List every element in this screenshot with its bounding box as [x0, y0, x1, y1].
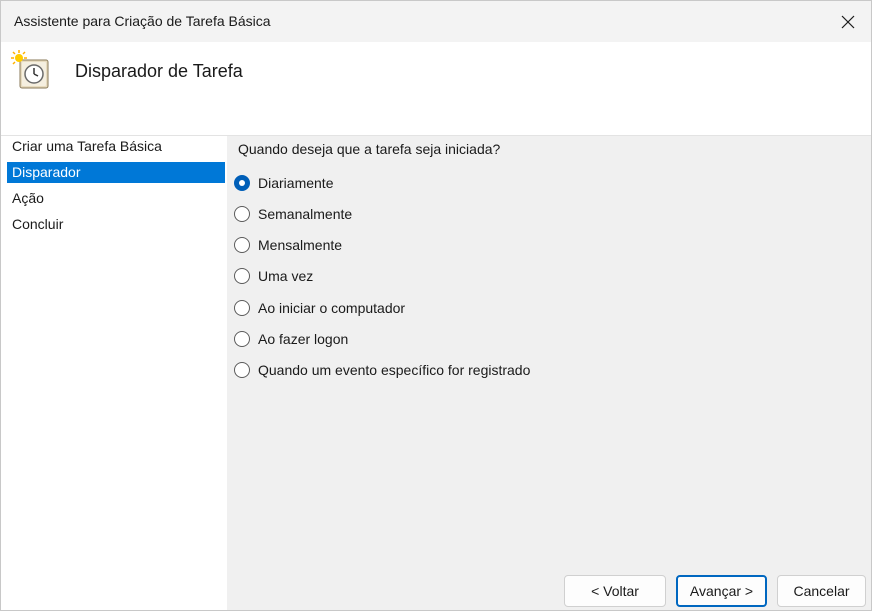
radio-button[interactable]: [234, 362, 250, 378]
title-bar: Assistente para Criação de Tarefa Básica: [1, 1, 871, 42]
option-ao-iniciar-computador[interactable]: Ao iniciar o computador: [234, 297, 405, 319]
option-uma-vez[interactable]: Uma vez: [234, 265, 313, 287]
radio-button[interactable]: [234, 331, 250, 347]
close-icon: [841, 15, 855, 28]
sidebar-item-disparador[interactable]: Disparador: [7, 162, 225, 183]
option-label: Diariamente: [258, 175, 334, 191]
close-button[interactable]: [825, 1, 871, 42]
radio-button[interactable]: [234, 268, 250, 284]
radio-button[interactable]: [234, 300, 250, 316]
radio-button[interactable]: [234, 175, 250, 191]
radio-button[interactable]: [234, 206, 250, 222]
scheduled-task-clock-icon: [11, 50, 49, 89]
back-button[interactable]: < Voltar: [564, 575, 666, 607]
window-title: Assistente para Criação de Tarefa Básica: [14, 13, 271, 29]
option-evento-especifico[interactable]: Quando um evento específico for registra…: [234, 359, 530, 381]
cancel-button[interactable]: Cancelar: [777, 575, 866, 607]
option-semanalmente[interactable]: Semanalmente: [234, 203, 352, 225]
sidebar-item-label: Ação: [12, 190, 44, 206]
option-label: Semanalmente: [258, 206, 353, 222]
sidebar-item-concluir[interactable]: Concluir: [7, 214, 225, 235]
sidebar-item-label: Concluir: [12, 216, 64, 232]
page-title: Disparador de Tarefa: [75, 61, 243, 81]
trigger-options-panel: Quando deseja que a tarefa seja iniciada…: [227, 136, 871, 610]
option-label: Uma vez: [258, 268, 314, 284]
radio-button[interactable]: [234, 237, 250, 253]
wizard-window: Assistente para Criação de Tarefa Básica: [0, 0, 872, 611]
wizard-header: Disparador de Tarefa: [1, 42, 871, 135]
option-label: Quando um evento específico for registra…: [258, 362, 531, 378]
sidebar-item-label: Disparador: [12, 164, 81, 180]
option-diariamente[interactable]: Diariamente: [234, 172, 333, 194]
sidebar-item-criar-tarefa[interactable]: Criar uma Tarefa Básica: [7, 136, 225, 157]
option-label: Ao fazer logon: [258, 331, 349, 347]
sidebar-item-acao[interactable]: Ação: [7, 188, 225, 209]
sidebar-item-label: Criar uma Tarefa Básica: [12, 138, 162, 154]
option-mensalmente[interactable]: Mensalmente: [234, 234, 342, 256]
option-ao-fazer-logon[interactable]: Ao fazer logon: [234, 328, 348, 350]
option-label: Ao iniciar o computador: [258, 300, 406, 316]
trigger-question: Quando deseja que a tarefa seja iniciada…: [238, 141, 501, 157]
option-label: Mensalmente: [258, 237, 343, 253]
next-button[interactable]: Avançar >: [676, 575, 767, 607]
wizard-steps-sidebar: Criar uma Tarefa Básica Disparador Ação …: [1, 136, 227, 610]
